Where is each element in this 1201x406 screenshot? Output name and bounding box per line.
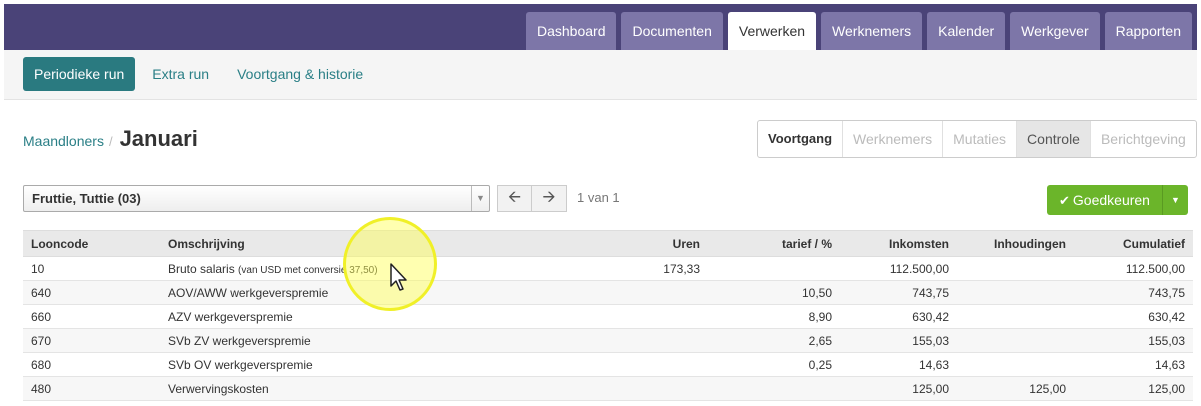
tab-dashboard[interactable]: Dashboard (525, 12, 617, 50)
table-row: 10 Bruto salaris (van USD met conversie … (23, 256, 1193, 281)
tab-documenten[interactable]: Documenten (621, 12, 723, 50)
cell-inhoudingen (957, 328, 1074, 353)
cell-inhoudingen (957, 256, 1074, 281)
table-header-row: Looncode Omschrijving Uren tarief / % In… (23, 230, 1193, 257)
breadcrumb-parent-link[interactable]: Maandloners (23, 133, 104, 149)
cell-looncode: 670 (23, 328, 160, 353)
table-row: 680 SVb OV werkgeverspremie 0,25 14,63 1… (23, 352, 1193, 377)
arrow-right-icon: 🡪 (542, 189, 556, 206)
cell-uren (523, 376, 708, 401)
column-header-omschrijving: Omschrijving (160, 230, 523, 257)
cell-uren: 173,33 (523, 256, 708, 281)
step-berichtgeving: Berichtgeving (1100, 131, 1186, 147)
cell-looncode: 680 (23, 352, 160, 377)
cell-tarief: 0,25 (708, 352, 840, 377)
column-header-inkomsten: Inkomsten (840, 230, 957, 257)
column-header-uren: Uren (523, 230, 708, 257)
cell-looncode: 480 (23, 376, 160, 401)
column-header-tarief: tarief / % (708, 230, 840, 257)
column-header-looncode: Looncode (23, 230, 160, 257)
approve-button-label: Goedkeuren (1072, 192, 1150, 208)
cell-uren (523, 352, 708, 377)
workflow-steps: Voortgang Werknemers Mutaties Controle B… (757, 120, 1197, 158)
cell-inkomsten: 630,42 (840, 304, 957, 329)
cell-looncode: 660 (23, 304, 160, 329)
table-row: 480 Verwervingskosten 125,00 125,00 125,… (23, 376, 1193, 401)
breadcrumb-separator: / (108, 134, 113, 149)
approve-button[interactable]: ✔ Goedkeuren (1047, 185, 1162, 215)
tab-rapporten[interactable]: Rapporten (1104, 12, 1192, 50)
table-row: 640 AOV/AWW werkgeverspremie 10,50 743,7… (23, 280, 1193, 305)
cell-uren (523, 328, 708, 353)
step-voortgang[interactable]: Voortgang (758, 121, 844, 157)
cell-cumulatief: 14,63 (1074, 352, 1193, 377)
tab-werkgever[interactable]: Werkgever (1010, 12, 1100, 50)
step-controle[interactable]: Controle (1017, 121, 1091, 157)
cell-inhoudingen (957, 280, 1074, 305)
mouse-pointer-icon (390, 263, 407, 291)
subnav-periodieke-run[interactable]: Periodieke run (23, 57, 136, 91)
cell-omschrijving: Bruto salaris (van USD met conversie 37,… (160, 256, 523, 281)
table-row: 660 AZV werkgeverspremie 8,90 630,42 630… (23, 304, 1193, 329)
step-werknemers: Werknemers (843, 121, 944, 157)
tab-kalender[interactable]: Kalender (927, 12, 1006, 50)
cell-omschrijving: SVb ZV werkgeverspremie (160, 328, 523, 353)
cell-tarief: 10,50 (708, 280, 840, 305)
cell-inkomsten: 14,63 (840, 352, 957, 377)
sub-navbar: Periodieke run Extra run Voortgang & his… (4, 50, 1197, 100)
employee-select[interactable]: Fruttie, Tuttie (03) ▼ (23, 185, 490, 212)
cell-tarief: 8,90 (708, 304, 840, 329)
cell-tarief (708, 376, 840, 401)
page-title: Januari (119, 126, 198, 151)
cell-inkomsten: 125,00 (840, 376, 957, 401)
next-employee-button[interactable]: 🡪 (532, 185, 567, 212)
employee-pager-buttons: 🡨 🡪 (497, 185, 567, 212)
cell-inkomsten: 743,75 (840, 280, 957, 305)
cell-tarief: 2,65 (708, 328, 840, 353)
column-header-cumulatief: Cumulatief (1074, 230, 1193, 257)
payroll-table: Looncode Omschrijving Uren tarief / % In… (23, 230, 1193, 401)
previous-employee-button[interactable]: 🡨 (497, 185, 532, 212)
cell-uren (523, 280, 708, 305)
cell-cumulatief: 630,42 (1074, 304, 1193, 329)
cell-omschrijving-text: Bruto salaris (168, 261, 235, 276)
approve-button-group: ✔ Goedkeuren ▼ (1047, 185, 1188, 215)
cell-inhoudingen (957, 304, 1074, 329)
approve-dropdown-button[interactable]: ▼ (1161, 185, 1188, 215)
cell-cumulatief: 743,75 (1074, 280, 1193, 305)
arrow-left-icon: 🡨 (508, 189, 521, 206)
cell-omschrijving: SVb OV werkgeverspremie (160, 352, 523, 377)
cell-omschrijving: Verwervingskosten (160, 376, 523, 401)
table-row: 670 SVb ZV werkgeverspremie 2,65 155,03 … (23, 328, 1193, 353)
employee-select-value: Fruttie, Tuttie (03) (32, 191, 141, 206)
breadcrumb: Maandloners / Januari (23, 126, 198, 152)
cell-looncode: 640 (23, 280, 160, 305)
cell-inhoudingen: 125,00 (957, 376, 1074, 401)
step-mutaties: Mutaties (943, 121, 1018, 157)
cell-omschrijving: AZV werkgeverspremie (160, 304, 523, 329)
caret-down-icon: ▼ (1171, 195, 1180, 205)
cell-inhoudingen (957, 352, 1074, 377)
cell-cumulatief: 155,03 (1074, 328, 1193, 353)
chevron-down-icon: ▼ (471, 186, 489, 211)
cell-inkomsten: 155,03 (840, 328, 957, 353)
main-nav: Dashboard Documenten Verwerken Werknemer… (525, 12, 1192, 50)
cell-tarief (708, 256, 840, 281)
cell-omschrijving: AOV/AWW werkgeverspremie (160, 280, 523, 305)
cell-cumulatief: 112.500,00 (1074, 256, 1193, 281)
top-navbar: Dashboard Documenten Verwerken Werknemer… (4, 4, 1197, 50)
column-header-inhoudingen: Inhoudingen (957, 230, 1074, 257)
sub-nav: Periodieke run Extra run Voortgang & his… (23, 57, 380, 91)
cell-looncode: 10 (23, 256, 160, 281)
subnav-extra-run[interactable]: Extra run (141, 57, 220, 91)
pager-text: 1 van 1 (577, 190, 620, 205)
cell-uren (523, 304, 708, 329)
cell-cumulatief: 125,00 (1074, 376, 1193, 401)
tab-werknemers[interactable]: Werknemers (821, 12, 923, 50)
cell-inkomsten: 112.500,00 (840, 256, 957, 281)
tab-verwerken[interactable]: Verwerken (727, 12, 817, 50)
subnav-voortgang-historie[interactable]: Voortgang & historie (226, 57, 374, 91)
check-icon: ✔ (1059, 193, 1070, 208)
